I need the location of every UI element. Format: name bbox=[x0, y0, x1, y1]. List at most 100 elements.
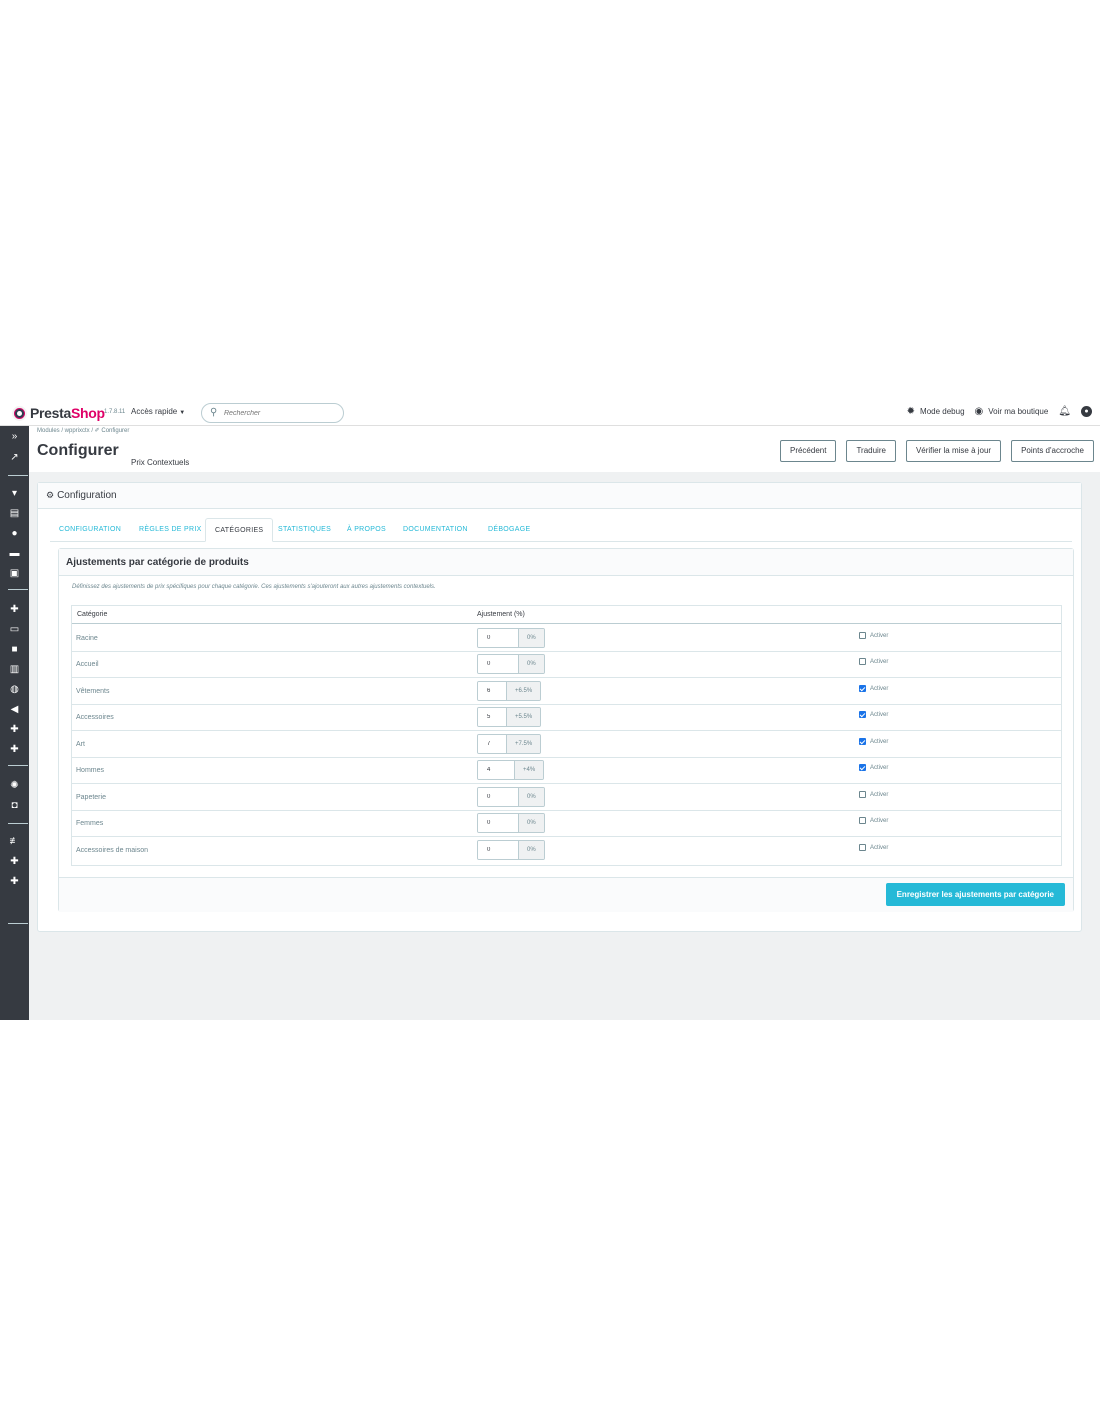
dashboard-trend-icon[interactable]: ↗ bbox=[8, 451, 21, 464]
tab-configuration[interactable]: CONFIGURATION bbox=[50, 518, 130, 542]
activate-checkbox[interactable]: Activer bbox=[859, 738, 888, 745]
table-row: Accueil 0% Activer bbox=[72, 651, 1061, 678]
table-row: Hommes +4% Activer bbox=[72, 757, 1061, 784]
checkbox-icon[interactable] bbox=[859, 791, 866, 798]
activate-checkbox[interactable]: Activer bbox=[859, 711, 888, 718]
sidebar-divider bbox=[8, 475, 28, 476]
tab-documentation[interactable]: DOCUMENTATION bbox=[394, 518, 477, 542]
adjustment-input[interactable] bbox=[478, 814, 518, 832]
stats-icon[interactable]: ▣ bbox=[8, 567, 21, 580]
adjustment-input-group: 0% bbox=[477, 813, 545, 833]
tab-statistics[interactable]: STATISTIQUES bbox=[269, 518, 340, 542]
sliders-icon[interactable]: ≢ bbox=[8, 835, 21, 848]
check-update-button[interactable]: Vérifier la mise à jour bbox=[905, 440, 1002, 462]
adjustment-input[interactable] bbox=[478, 761, 514, 779]
notifications-bell-icon[interactable]: 🔔︎ bbox=[1058, 406, 1071, 417]
breadcrumb[interactable]: Modules / wpprixctx / ✐ Configurer bbox=[37, 427, 129, 434]
translate-button[interactable]: Traduire bbox=[846, 440, 896, 462]
tab-about[interactable]: À PROPOS bbox=[338, 518, 395, 542]
column-category: Catégorie bbox=[77, 611, 108, 618]
tab-categories[interactable]: CATÉGORIES bbox=[205, 518, 274, 542]
activate-checkbox[interactable]: Activer bbox=[859, 817, 888, 824]
activate-label: Activer bbox=[870, 764, 889, 771]
collapse-menu-icon[interactable]: » bbox=[8, 430, 21, 443]
module-puzzle-icon[interactable]: ✚ bbox=[8, 855, 21, 868]
sidebar-divider bbox=[8, 923, 28, 924]
configuration-panel: ⚙ Configuration CONFIGURATION RÈGLES DE … bbox=[37, 482, 1082, 932]
category-name: Art bbox=[76, 741, 85, 748]
adjustment-input[interactable] bbox=[478, 655, 518, 673]
messages-icon[interactable]: ▬ bbox=[8, 547, 21, 560]
table-row: Art +7.5% Activer bbox=[72, 731, 1061, 758]
modules-puzzle-icon[interactable]: ✚ bbox=[8, 603, 21, 616]
tab-price-rules[interactable]: RÈGLES DE PRIX bbox=[130, 518, 211, 542]
tab-debug[interactable]: DÉBOGAGE bbox=[479, 518, 539, 542]
activate-label: Activer bbox=[870, 658, 889, 665]
panel-title: Configuration bbox=[57, 490, 117, 501]
catalog-store-icon[interactable]: ▤ bbox=[8, 507, 21, 520]
top-header: PrestaShop 1.7.8.11 Accès rapide▼ ⚲ ✹ Mo… bbox=[0, 400, 1100, 426]
checkbox-icon[interactable] bbox=[859, 844, 866, 851]
account-icon[interactable]: ● bbox=[1081, 406, 1092, 417]
activate-checkbox[interactable]: Activer bbox=[859, 632, 888, 639]
module-puzzle-icon[interactable]: ✚ bbox=[8, 875, 21, 888]
prestashop-logo[interactable]: PrestaShop bbox=[12, 405, 105, 421]
save-category-adjustments-button[interactable]: Enregistrer les ajustements par catégori… bbox=[885, 883, 1065, 906]
hooks-button[interactable]: Points d'accroche bbox=[1011, 440, 1094, 462]
search-box[interactable]: ⚲ bbox=[201, 403, 344, 423]
marketing-megaphone-icon[interactable]: ◀ bbox=[8, 703, 21, 716]
activate-checkbox[interactable]: Activer bbox=[859, 791, 888, 798]
page-subtitle: Prix Contextuels bbox=[131, 458, 190, 467]
activate-label: Activer bbox=[870, 817, 889, 824]
panel-heading: ⚙ Configuration bbox=[38, 483, 1081, 509]
checkbox-checked-icon[interactable] bbox=[859, 711, 866, 718]
adjustment-input[interactable] bbox=[478, 682, 506, 700]
category-name: Racine bbox=[76, 635, 98, 642]
table-row: Femmes 0% Activer bbox=[72, 810, 1061, 837]
adjustment-input[interactable] bbox=[478, 735, 506, 753]
international-globe-icon[interactable]: ◍ bbox=[8, 683, 21, 696]
activate-checkbox[interactable]: Activer bbox=[859, 844, 888, 851]
category-table: Catégorie Ajustement (%) Racine 0% Activ… bbox=[71, 605, 1062, 866]
quick-access-dropdown[interactable]: Accès rapide ▼ bbox=[131, 407, 185, 416]
adjustment-input[interactable] bbox=[478, 629, 518, 647]
caret-down-icon: ▼ bbox=[179, 410, 186, 416]
debug-mode-link[interactable]: ✹ Mode debug bbox=[907, 406, 965, 417]
settings-gear-icon[interactable]: ✺ bbox=[8, 779, 21, 792]
toolbar: Précédent Traduire Vérifier la mise à jo… bbox=[779, 440, 1094, 462]
checkbox-icon[interactable] bbox=[859, 817, 866, 824]
checkbox-checked-icon[interactable] bbox=[859, 738, 866, 745]
orders-basket-icon[interactable]: ▾ bbox=[8, 487, 21, 500]
table-row: Vêtements +6.5% Activer bbox=[72, 678, 1061, 705]
version-label: 1.7.8.11 bbox=[104, 409, 126, 415]
previous-button[interactable]: Précédent bbox=[779, 440, 837, 462]
sidebar-nav: » ↗ ▾ ▤ ● ▬ ▣ ✚ ▭ ■ ▥ ◍ ◀ ✚ ✚ ✺ ◘ ≢ ✚ ✚ bbox=[0, 426, 29, 1020]
adjustment-input[interactable] bbox=[478, 788, 518, 806]
checkbox-icon[interactable] bbox=[859, 658, 866, 665]
category-name: Accessoires de maison bbox=[76, 847, 148, 854]
customers-icon[interactable]: ● bbox=[8, 527, 21, 540]
adjustment-input-group: +5.5% bbox=[477, 707, 542, 727]
activate-checkbox[interactable]: Activer bbox=[859, 764, 888, 771]
checkbox-checked-icon[interactable] bbox=[859, 764, 866, 771]
adjustment-input[interactable] bbox=[478, 841, 518, 859]
view-shop-link[interactable]: ◉ Voir ma boutique bbox=[975, 406, 1049, 417]
activate-checkbox[interactable]: Activer bbox=[859, 685, 888, 692]
checkbox-icon[interactable] bbox=[859, 632, 866, 639]
adjustment-input[interactable] bbox=[478, 708, 506, 726]
search-input[interactable] bbox=[224, 407, 334, 419]
design-monitor-icon[interactable]: ▭ bbox=[8, 623, 21, 636]
module-puzzle-icon[interactable]: ✚ bbox=[8, 723, 21, 736]
payment-card-icon[interactable]: ▥ bbox=[8, 663, 21, 676]
page-title: Configurer bbox=[37, 442, 119, 459]
adjustment-addon: +4% bbox=[514, 761, 544, 779]
adjustment-addon: 0% bbox=[518, 655, 544, 673]
shipping-truck-icon[interactable]: ■ bbox=[8, 643, 21, 656]
adjustment-addon: 0% bbox=[518, 841, 544, 859]
activate-checkbox[interactable]: Activer bbox=[859, 658, 888, 665]
checkbox-checked-icon[interactable] bbox=[859, 685, 866, 692]
advanced-settings-icon[interactable]: ◘ bbox=[8, 799, 21, 812]
tab-bar: CONFIGURATION RÈGLES DE PRIX CATÉGORIES … bbox=[50, 518, 1072, 542]
module-puzzle-icon[interactable]: ✚ bbox=[8, 743, 21, 756]
activate-label: Activer bbox=[870, 685, 889, 692]
